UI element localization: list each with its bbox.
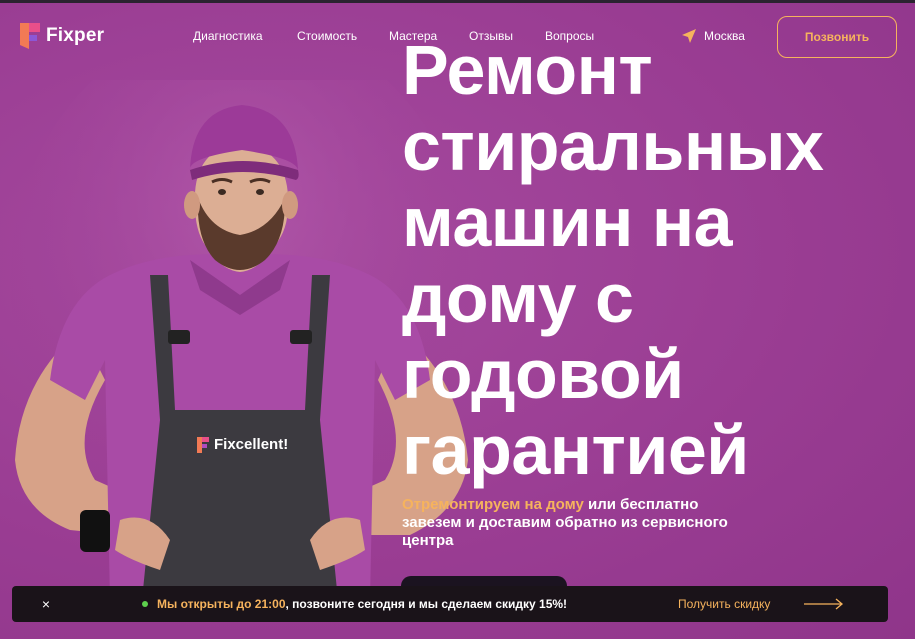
fixcellent-logo-icon	[197, 436, 209, 453]
fixper-logo-icon	[20, 23, 40, 49]
promo-hours: Мы открыты до 21:00	[157, 597, 286, 611]
promo-message: , позвоните сегодня и мы сделаем скидку …	[285, 597, 568, 611]
page-title: Ремонт стиральных машин на дому с годово…	[402, 32, 902, 488]
headline-line: Ремонт	[402, 31, 653, 109]
headline-line: машин на	[402, 183, 733, 261]
apron-logo: Fixcellent!	[197, 436, 288, 453]
close-icon[interactable]: ×	[38, 595, 54, 613]
logo[interactable]: Fixper	[20, 22, 104, 50]
nav-item-pricing[interactable]: Стоимость	[297, 29, 357, 43]
hero-subtitle: Отремонтируем на дому или бесплатно заве…	[402, 496, 762, 550]
promo-text: Мы открыты до 21:00, позвоните сегодня и…	[157, 597, 567, 611]
promo-bar: × Мы открыты до 21:00, позвоните сегодня…	[12, 586, 888, 622]
status-dot-icon	[142, 601, 148, 607]
headline-line: годовой	[402, 335, 684, 413]
headline-line: стиральных	[402, 107, 824, 185]
headline-line: дому с	[402, 259, 634, 337]
nav-item-diagnostics[interactable]: Диагностика	[193, 29, 263, 43]
headline-line: гарантией	[402, 411, 749, 489]
arrow-right-icon[interactable]	[804, 598, 844, 610]
get-discount-link[interactable]: Получить скидку	[678, 597, 770, 611]
apron-logo-text: Fixcellent!	[214, 436, 289, 453]
subtitle-accent: Отремонтируем на дому	[402, 496, 584, 513]
logo-text: Fixper	[46, 25, 105, 46]
landing-page: Fixcellent! Fixper Диагностика Стоимость…	[0, 0, 915, 639]
